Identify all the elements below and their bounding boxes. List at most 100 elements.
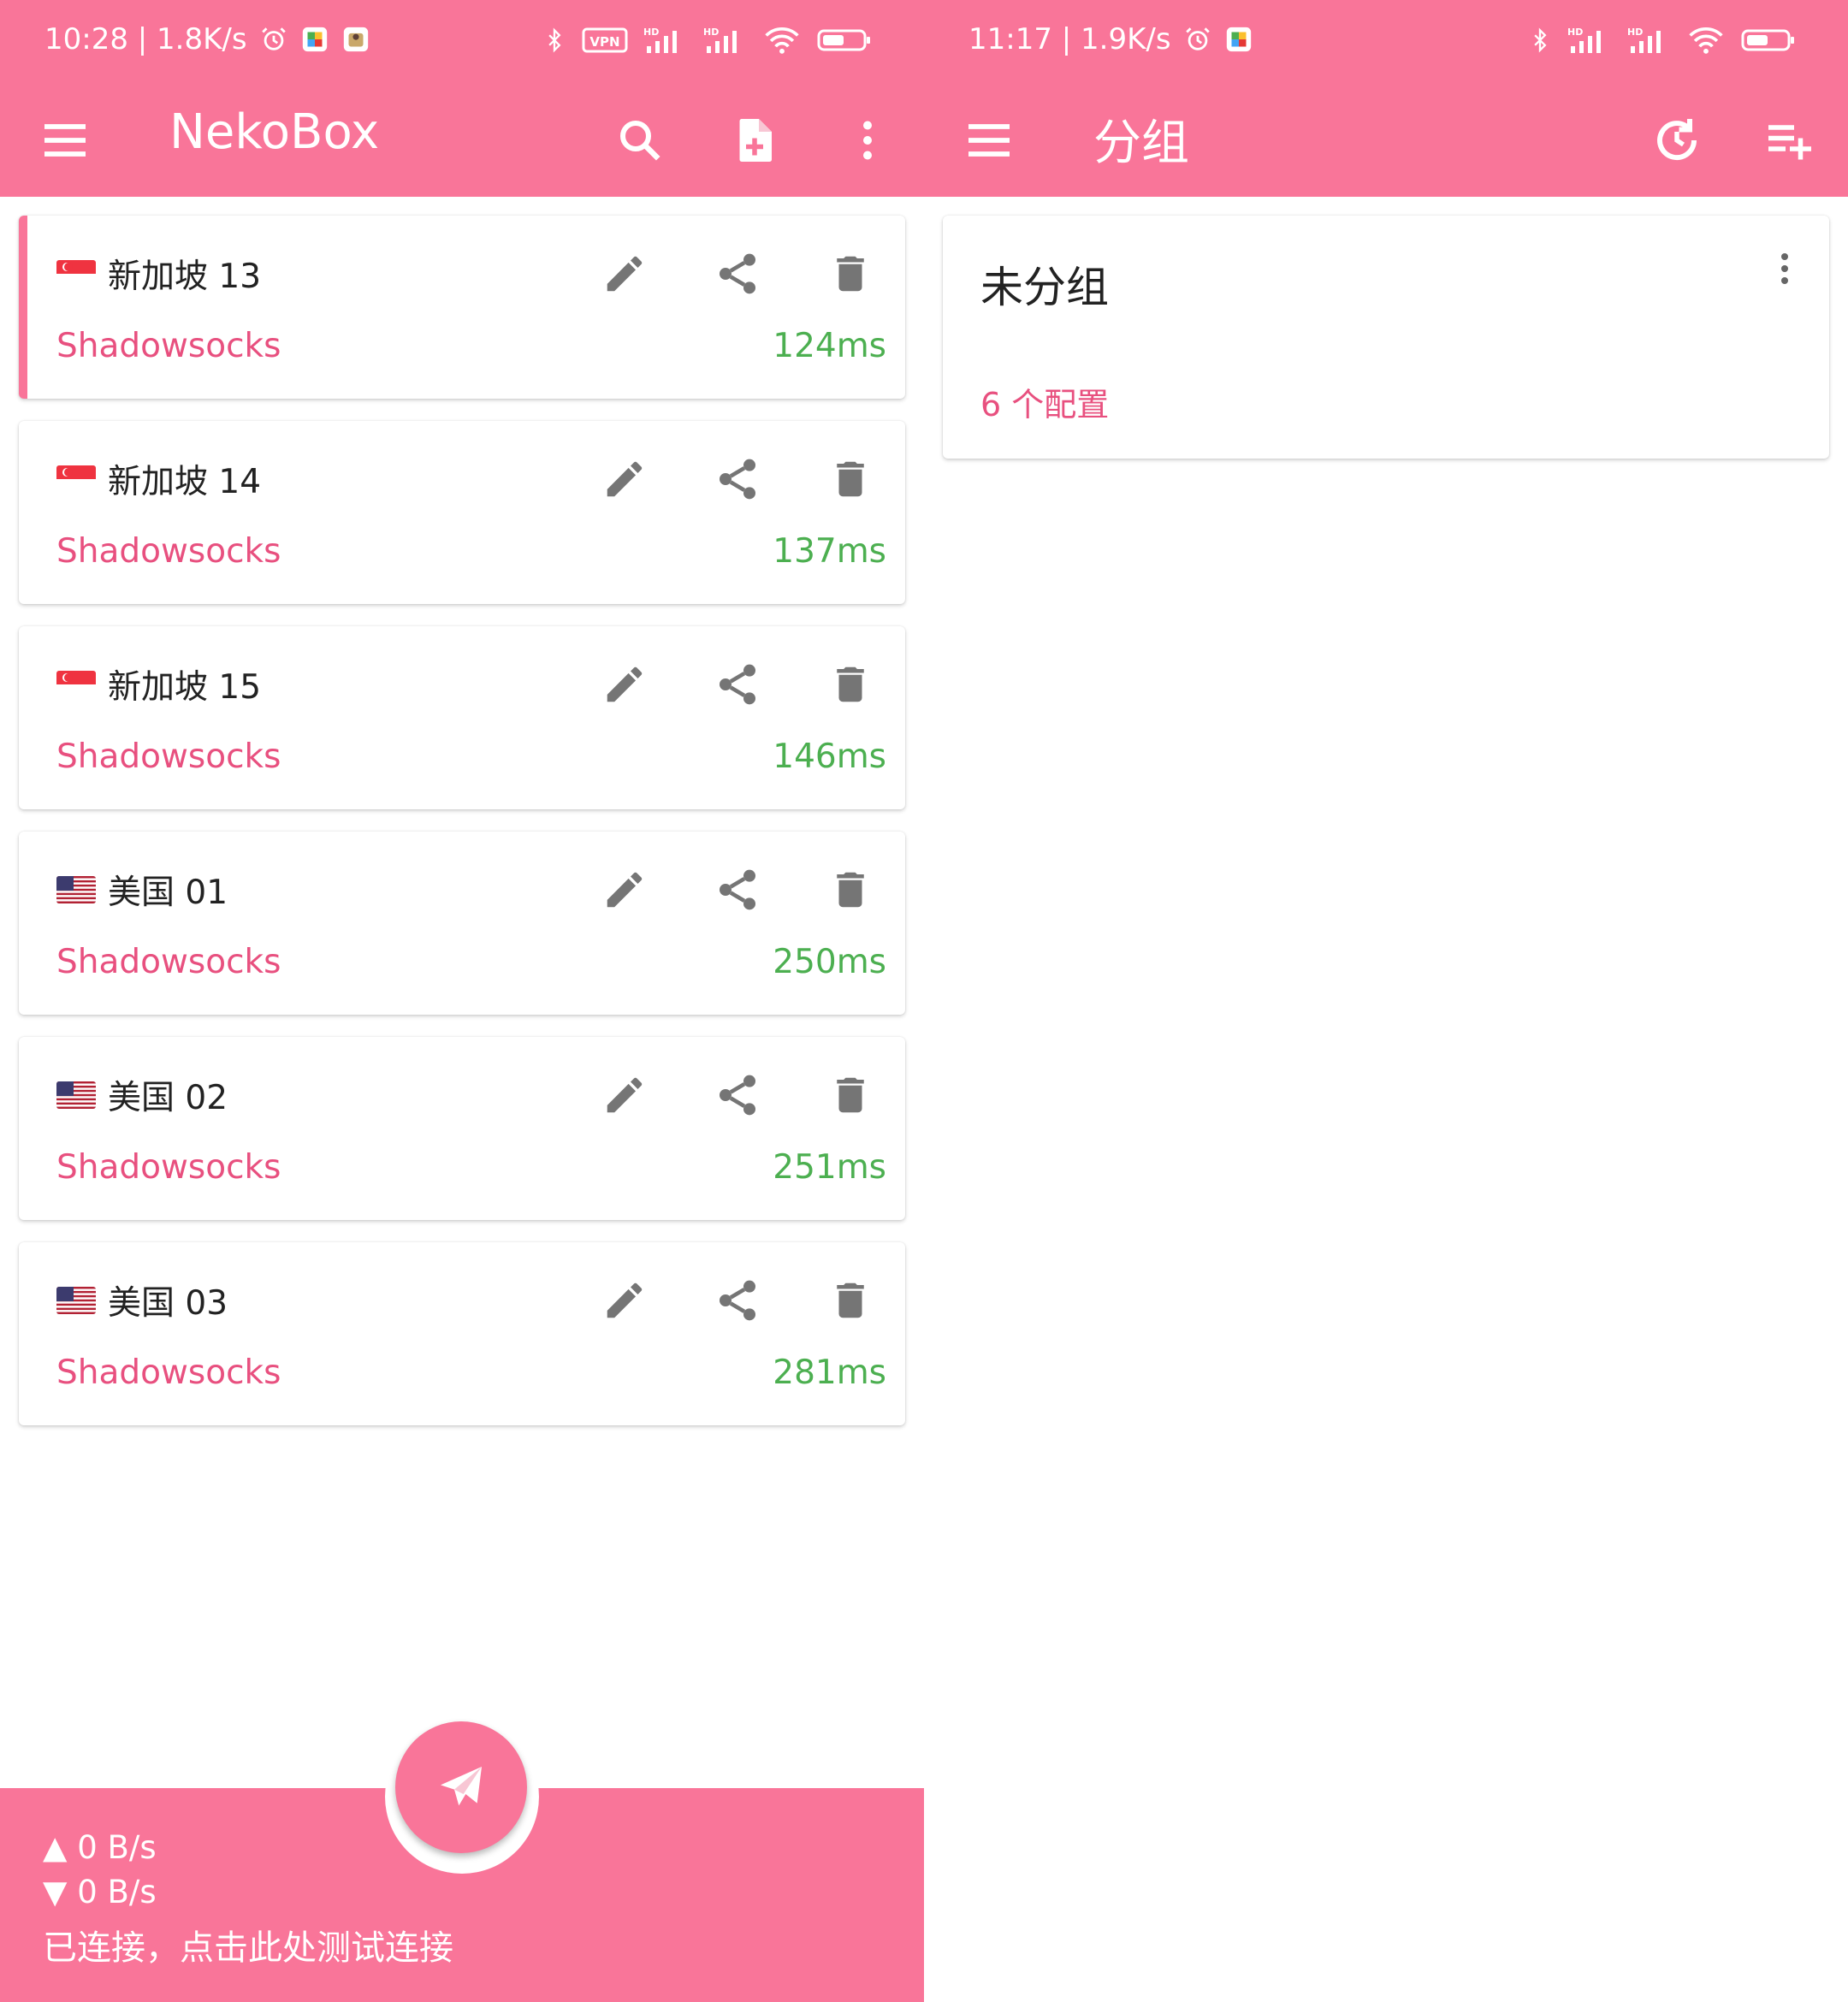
profile-card[interactable]: 新加坡 15 Shadowsocks 146ms [19,626,905,809]
edit-icon [607,666,643,702]
share-button[interactable] [710,452,765,506]
send-icon [441,1767,482,1806]
share-button[interactable] [710,246,765,301]
edit-button[interactable] [597,452,652,506]
share-button[interactable] [710,1273,765,1328]
status-time-speed: 11:17 | 1.9K/s [968,22,1171,56]
signal-icon: HD [643,27,677,53]
delete-button[interactable] [823,1068,878,1122]
profile-card[interactable]: 新加坡 13 Shadowsocks 124ms [19,216,905,399]
delete-button[interactable] [823,657,878,712]
delete-icon [837,666,864,702]
group-more-button[interactable] [1761,241,1809,296]
share-icon [720,664,755,705]
share-icon [720,459,755,500]
profile-protocol: Shadowsocks [56,1148,281,1187]
edit-button[interactable] [597,1273,652,1328]
search-button[interactable] [609,110,671,171]
update-groups-button[interactable] [1646,110,1708,171]
singapore-flag-icon [56,671,96,698]
profile-latency: 281ms [773,1353,886,1392]
status-time-speed: 10:28 | 1.8K/s [44,22,247,56]
vpn-icon: VPN [582,27,628,53]
edit-button[interactable] [597,1068,652,1122]
profile-latency: 137ms [773,532,886,571]
svg-text:HD: HD [643,27,659,38]
add-group-button[interactable] [1759,110,1821,171]
profile-name: 美国 01 [108,874,228,912]
new-profile-button[interactable] [724,110,785,171]
delete-button[interactable] [823,452,878,506]
alarm-icon [261,27,286,50]
menu-icon[interactable] [38,113,92,168]
profile-card[interactable]: 美国 02 Shadowsocks 251ms [19,1037,905,1220]
profile-name: 新加坡 14 [108,463,262,501]
delete-button[interactable] [823,246,878,301]
top-app-bar: NekoBox [0,82,924,197]
share-icon [720,253,755,294]
signal-icon: HD [703,27,737,53]
profile-latency: 251ms [773,1148,886,1187]
profile-name: 美国 03 [108,1284,228,1323]
delete-button[interactable] [823,1273,878,1328]
svg-text:VPN: VPN [589,34,619,50]
profile-name: 新加坡 13 [108,258,262,296]
edit-icon [607,872,643,908]
profile-name: 新加坡 15 [108,668,262,707]
profile-card[interactable]: 美国 03 Shadowsocks 281ms [19,1242,905,1425]
svg-text:HD: HD [703,27,719,38]
svg-text:HD: HD [1567,27,1583,38]
share-button[interactable] [710,657,765,712]
status-bar: 10:28 | 1.8K/s VPN HD HD [0,0,924,82]
selected-indicator [19,216,27,399]
share-icon [720,869,755,910]
search-icon [620,121,660,161]
top-app-bar: 分组 [924,82,1848,197]
profile-latency: 124ms [773,327,886,365]
profile-latency: 250ms [773,943,886,981]
edit-button[interactable] [597,657,652,712]
profiles-screen: 10:28 | 1.8K/s VPN HD HD NekoBox 新加坡 13 S… [0,0,924,2002]
groups-screen: 11:17 | 1.9K/s HD HD 分组 未分组 6 个配置 [924,0,1848,2002]
download-speed: ▼ 0 B/s [43,1874,157,1910]
playlist-add-icon [1768,125,1811,160]
more-vert-icon [1781,253,1788,284]
battery-icon [1741,29,1794,51]
edit-icon [607,1077,643,1113]
profile-latency: 146ms [773,737,886,776]
wifi-icon [765,27,799,54]
profile-card[interactable]: 新加坡 14 Shadowsocks 137ms [19,421,905,604]
new-file-icon [739,119,772,162]
share-button[interactable] [710,862,765,917]
group-card[interactable]: 未分组 6 个配置 [943,216,1829,459]
singapore-flag-icon [56,465,96,493]
group-profile-count: 6 个配置 [980,386,1110,424]
bluetooth-icon [548,27,561,53]
history-icon [1657,119,1697,161]
edit-button[interactable] [597,246,652,301]
share-button[interactable] [710,1068,765,1122]
wifi-icon [1689,27,1723,54]
signal-icon: HD [1567,27,1601,53]
battery-icon [817,29,870,51]
edit-icon [607,461,643,497]
status-bar: 11:17 | 1.9K/s HD HD [924,0,1848,82]
signal-icon: HD [1627,27,1661,53]
delete-icon [837,872,864,908]
connection-status-text: 已连接，点击此处测试连接 [43,1928,453,1968]
app-notification-icon [343,27,368,52]
more-vert-icon [863,121,872,160]
menu-icon[interactable] [962,113,1016,168]
profile-card[interactable]: 美国 01 Shadowsocks 250ms [19,832,905,1015]
delete-icon [837,1077,864,1113]
profile-protocol: Shadowsocks [56,1353,281,1392]
upload-speed: ▲ 0 B/s [43,1829,157,1866]
connect-fab[interactable] [395,1721,527,1853]
share-icon [720,1280,755,1321]
app-notification-icon [1226,27,1251,52]
profile-protocol: Shadowsocks [56,532,281,571]
app-notification-icon [302,27,327,52]
edit-button[interactable] [597,862,652,917]
more-options-button[interactable] [837,110,898,171]
delete-button[interactable] [823,862,878,917]
